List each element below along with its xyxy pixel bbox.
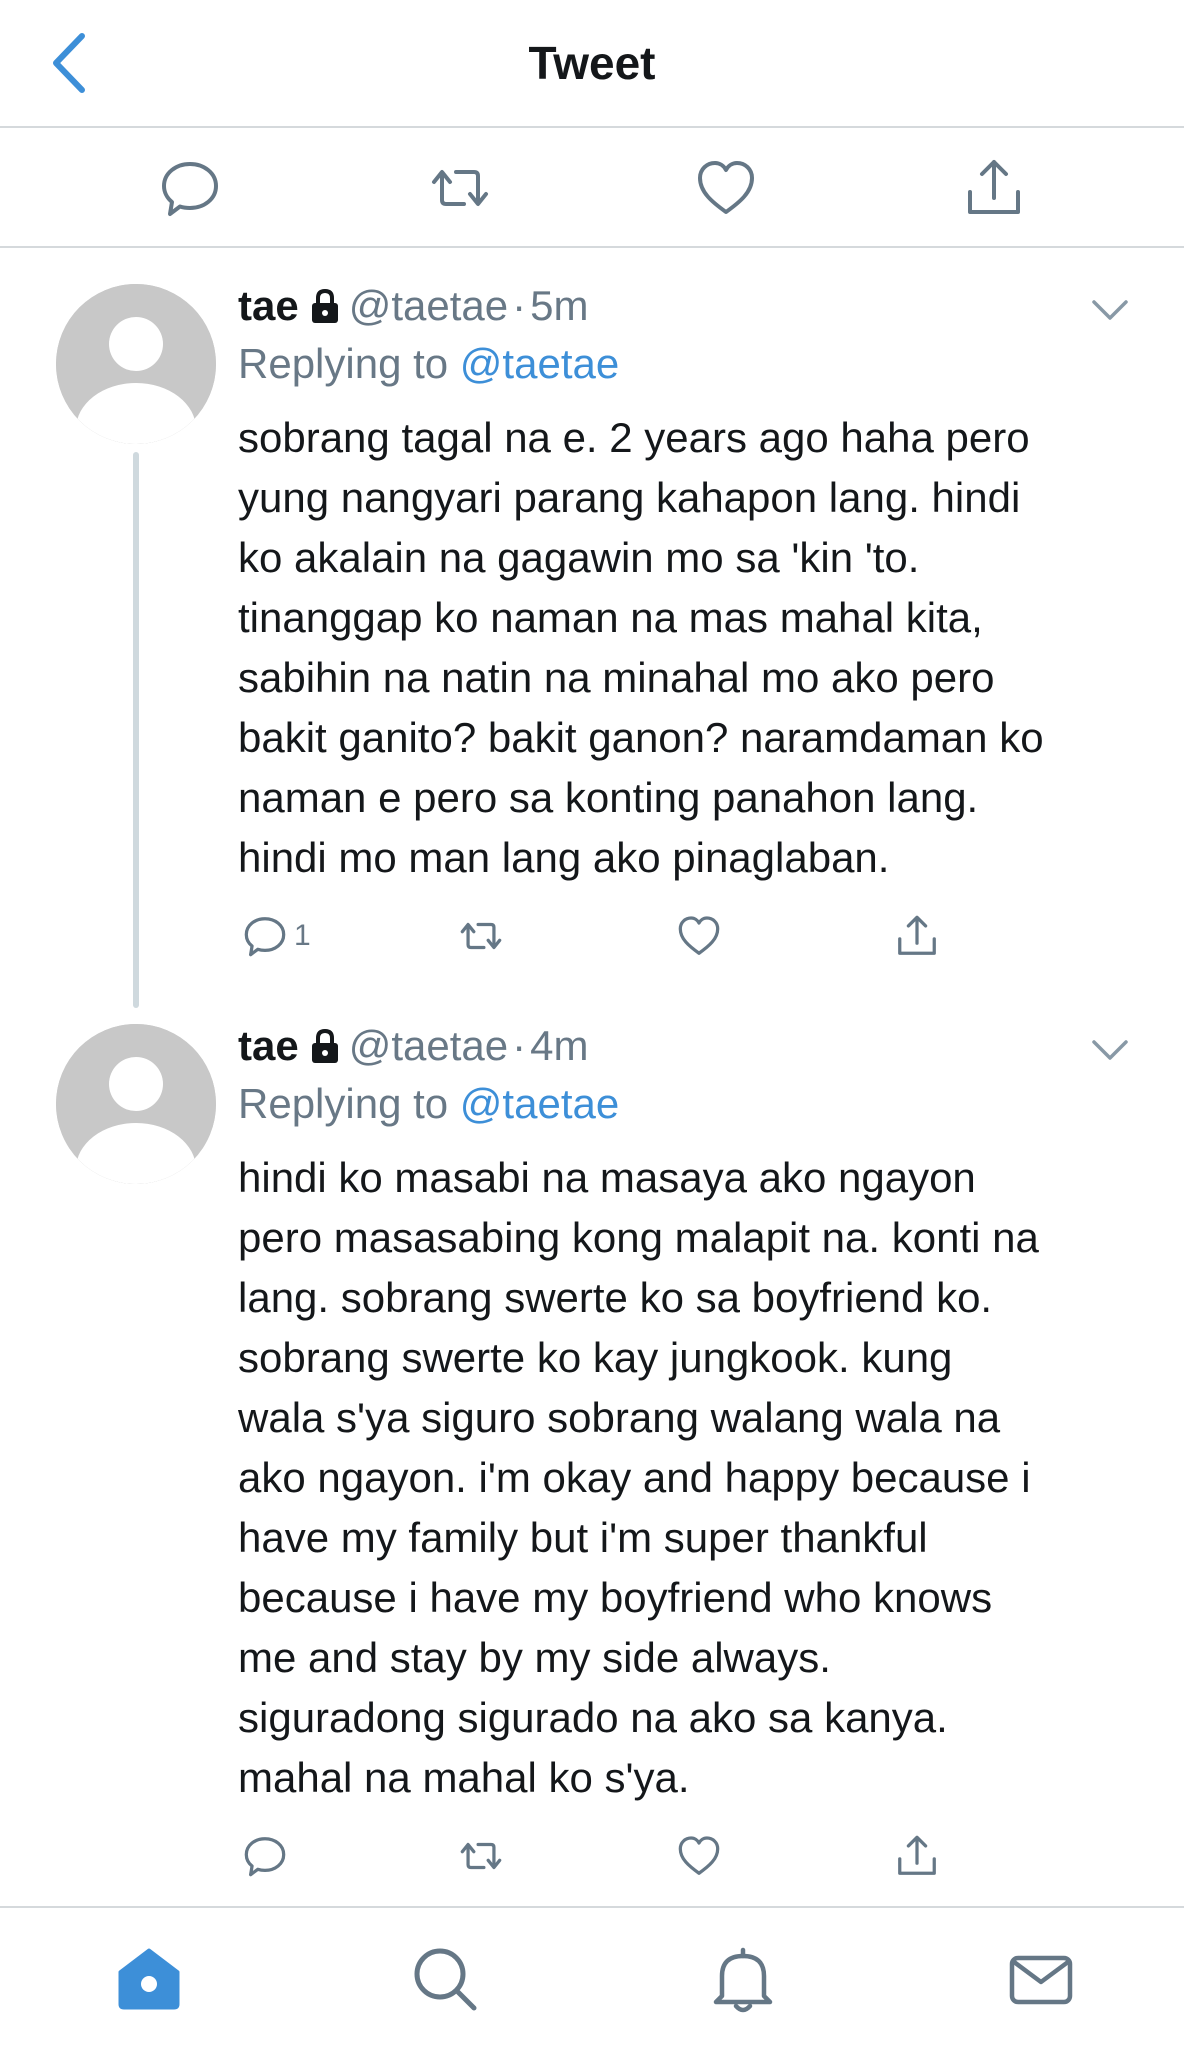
thread-line: [133, 452, 139, 1008]
tweet-text-line: hindi mo man lang ako pinaglaban.: [238, 834, 890, 881]
tweet-text-line: sobrang tagal na e. 2 years ago haha per…: [238, 414, 1030, 461]
tweet-text-line: mahal na mahal ko s'ya.: [238, 1754, 690, 1801]
default-avatar-icon: [56, 284, 216, 444]
timestamp: 4m: [530, 1022, 589, 1069]
tweet-text-line: because i have my boyfriend who knows: [238, 1574, 993, 1621]
replying-to-label: Replying to: [238, 1080, 449, 1127]
search-icon[interactable]: [410, 1944, 480, 2014]
tweet-text-line: ako ngayon. i'm okay and happy because i: [238, 1454, 1031, 1501]
like-icon: [678, 1836, 720, 1875]
bottom-tab-bar: [0, 1906, 1184, 2050]
tweet-action-bar: [0, 128, 1184, 248]
tweet-header: tae @taetae·4m: [238, 1022, 588, 1070]
tweet-text-line: pero masasabing kong malapit na. konti n…: [238, 1214, 1039, 1261]
reply-button[interactable]: [242, 1828, 294, 1884]
tweet[interactable]: tae @taetae·4m Replying to @taetae hindi …: [0, 986, 1184, 1906]
replying-to-mention[interactable]: @taetae: [460, 340, 619, 387]
tweet-text-line: sobrang swerte ko kay jungkook. kung: [238, 1334, 953, 1381]
display-name[interactable]: tae: [238, 1022, 299, 1069]
separator: ·: [512, 282, 527, 329]
home-icon[interactable]: [114, 1944, 184, 2014]
retweet-icon[interactable]: [428, 156, 492, 220]
tweet-text: hindi ko masabi na masaya ako ngayon per…: [238, 1148, 1138, 1808]
like-icon[interactable]: [694, 156, 758, 220]
chevron-down-icon[interactable]: [1090, 1036, 1130, 1064]
tweet-text: sobrang tagal na e. 2 years ago haha per…: [238, 408, 1138, 888]
tweet-header: tae @taetae·5m: [238, 282, 588, 330]
tweet-actions: [238, 1828, 998, 1884]
retweet-button[interactable]: [456, 1828, 506, 1884]
tweet-text-line: me and stay by my side always.: [238, 1634, 831, 1681]
top-nav-bar: Tweet: [0, 0, 1184, 128]
tweet[interactable]: tae @taetae·5m Replying to @taetae sobran…: [0, 246, 1184, 1008]
reply-icon: [244, 1837, 286, 1877]
separator: ·: [512, 1022, 527, 1069]
retweet-icon: [460, 1842, 502, 1870]
share-icon: [898, 1835, 936, 1875]
share-button[interactable]: [894, 1828, 940, 1884]
replying-to-mention[interactable]: @taetae: [460, 1080, 619, 1127]
replying-to-label: Replying to: [238, 340, 449, 387]
like-icon: [678, 916, 720, 955]
tweet-text-line: wala s'ya siguro sobrang walang wala na: [238, 1394, 1001, 1441]
tweet-text-line: siguradong sigurado na ako sa kanya.: [238, 1694, 948, 1741]
default-avatar-icon: [56, 1024, 216, 1184]
share-icon[interactable]: [962, 156, 1026, 220]
like-button[interactable]: [676, 908, 722, 964]
notifications-icon[interactable]: [708, 1944, 778, 2014]
replying-to-line: Replying to @taetae: [238, 340, 619, 388]
tweet-text-line: lang. sobrang swerte ko sa boyfriend ko.: [238, 1274, 993, 1321]
tweet-text-line: tinanggap ko naman na mas mahal kita,: [238, 594, 983, 641]
avatar[interactable]: [56, 284, 216, 444]
tweet-text-line: hindi ko masabi na masaya ako ngayon: [238, 1154, 976, 1201]
tweet-text-line: bakit ganito? bakit ganon? naramdaman ko: [238, 714, 1044, 761]
lock-icon: [311, 1028, 338, 1063]
share-icon: [898, 915, 936, 955]
reply-icon: [244, 917, 286, 957]
tweet-text-line: have my family but i'm super thankful: [238, 1514, 928, 1561]
tweet-actions: 1: [238, 908, 998, 964]
messages-icon[interactable]: [1006, 1944, 1076, 2014]
timestamp: 5m: [530, 282, 589, 329]
tweet-text-line: ko akalain na gagawin mo sa 'kin 'to.: [238, 534, 920, 581]
display-name[interactable]: tae: [238, 282, 299, 329]
tweet-text-line: yung nangyari parang kahapon lang. hindi: [238, 474, 1021, 521]
avatar[interactable]: [56, 1024, 216, 1184]
replying-to-line: Replying to @taetae: [238, 1080, 619, 1128]
like-button[interactable]: [676, 1828, 722, 1884]
tweet-text-line: naman e pero sa konting panahon lang.: [238, 774, 979, 821]
lock-icon: [311, 288, 338, 323]
page-title: Tweet: [528, 37, 656, 89]
retweet-button[interactable]: [456, 908, 506, 964]
handle[interactable]: @taetae: [349, 1022, 508, 1069]
handle[interactable]: @taetae: [349, 282, 508, 329]
reply-button[interactable]: 1: [242, 908, 311, 964]
share-button[interactable]: [894, 908, 940, 964]
chevron-down-icon[interactable]: [1090, 296, 1130, 324]
reply-count: 1: [294, 919, 311, 952]
reply-icon[interactable]: [158, 156, 222, 220]
tweet-text-line: sabihin na natin na minahal mo ako pero: [238, 654, 995, 701]
retweet-icon: [460, 922, 502, 950]
